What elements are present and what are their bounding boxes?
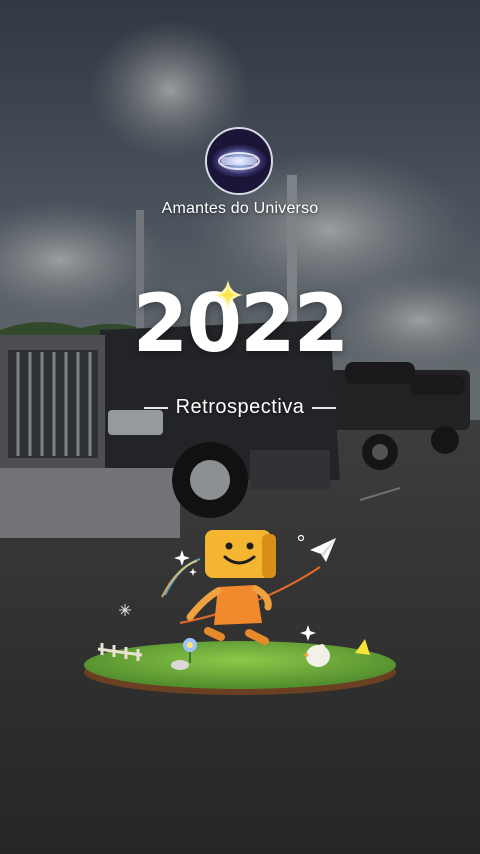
smiley-box-mascot-icon [186, 530, 276, 645]
divider-right [312, 406, 337, 409]
divider-left [143, 406, 168, 409]
recap-subtitle: Retrospectiva [175, 396, 305, 418]
mascot-illustration [84, 530, 396, 695]
channel-name[interactable]: Amantes do Universo [0, 200, 480, 218]
burst-icon [119, 604, 131, 616]
sparkle-icon [213, 280, 243, 310]
galaxy-avatar-icon [207, 129, 271, 193]
paper-plane-icon [310, 538, 336, 562]
subtitle-row: Retrospectiva [0, 396, 480, 419]
channel-avatar[interactable] [205, 127, 273, 195]
